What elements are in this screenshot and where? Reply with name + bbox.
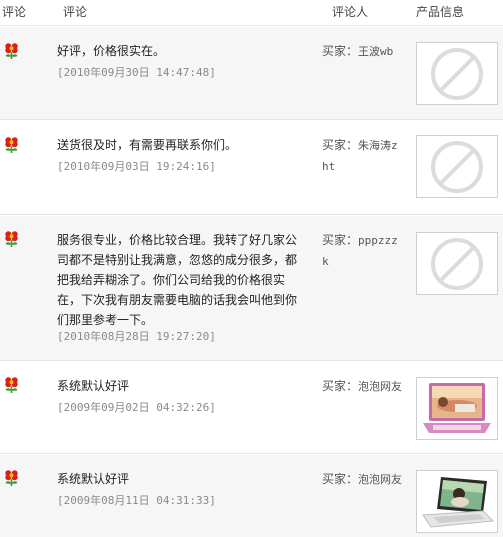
no-image-icon (431, 140, 483, 193)
positive-rating-flower-icon (4, 469, 19, 487)
reviewer-prefix: 买家： (322, 472, 359, 486)
review-text: 送货很及时，有需要再联系你们。 (57, 138, 238, 152)
product-thumbnail[interactable] (416, 42, 498, 105)
review-date: [2010年08月28日 19:27:20] (57, 330, 216, 343)
product-thumbnail[interactable] (416, 470, 498, 533)
reviewer-prefix: 买家： (322, 138, 359, 152)
header-product: 产品信息 (416, 5, 465, 19)
reviewer-name: 买家：pppzzzk (322, 230, 402, 272)
reviewer-handle[interactable]: 王波wb (358, 45, 393, 58)
review-text: 系统默认好评 (57, 472, 130, 486)
review-text: 服务很专业，价格比较合理。我转了好几家公司都不是特别让我满意，忽悠的成分很多，都… (57, 233, 298, 327)
reviewer-prefix: 买家： (322, 44, 359, 58)
review-row: 送货很及时，有需要再联系你们。 [2010年09月03日 19:24:16] 买… (0, 121, 503, 215)
reviewer-prefix: 买家： (322, 379, 359, 393)
reviewer-name: 买家：泡泡网友 (322, 469, 402, 490)
header-comment: 评论 (63, 5, 88, 19)
positive-rating-flower-icon (4, 376, 19, 394)
review-date: [2010年09月30日 14:47:48] (57, 66, 216, 79)
reviewer-name: 买家：泡泡网友 (322, 376, 402, 397)
review-table: 评论 评论 评论人 产品信息 好评，价格很实在。 [2010年09月30日 14… (0, 0, 503, 537)
product-thumbnail[interactable] (416, 232, 498, 295)
positive-rating-flower-icon (4, 230, 19, 248)
header-rating: 评论 (2, 5, 27, 19)
review-date: [2010年09月03日 19:24:16] (57, 160, 216, 173)
table-header: 评论 评论 评论人 产品信息 (0, 0, 503, 26)
review-date: [2009年09月02日 04:32:26] (57, 401, 216, 414)
review-row: 服务很专业，价格比较合理。我转了好几家公司都不是特别让我满意，忽悠的成分很多，都… (0, 216, 503, 361)
positive-rating-flower-icon (4, 136, 19, 154)
review-text: 系统默认好评 (57, 379, 130, 393)
product-thumbnail[interactable] (416, 135, 498, 198)
review-text: 好评，价格很实在。 (57, 44, 166, 58)
reviewer-prefix: 买家： (322, 233, 359, 247)
pink-laptop-image (423, 382, 491, 433)
header-reviewer: 评论人 (332, 5, 369, 19)
review-date: [2009年08月11日 04:31:33] (57, 494, 216, 507)
white-laptop-image (422, 476, 495, 528)
reviewer-handle[interactable]: 泡泡网友 (358, 380, 402, 393)
review-row: 好评，价格很实在。 [2010年09月30日 14:47:48] 买家：王波wb (0, 27, 503, 120)
reviewer-handle[interactable]: 泡泡网友 (358, 473, 402, 486)
positive-rating-flower-icon (4, 42, 19, 60)
reviewer-name: 买家：王波wb (322, 41, 402, 62)
product-thumbnail[interactable] (416, 377, 498, 440)
review-row: 系统默认好评 [2009年08月11日 04:31:33] 买家：泡泡网友 (0, 455, 503, 537)
no-image-icon (431, 47, 483, 100)
review-row: 系统默认好评 [2009年09月02日 04:32:26] 买家：泡泡网友 (0, 362, 503, 454)
reviewer-name: 买家：朱海涛zht (322, 135, 402, 177)
no-image-icon (431, 237, 483, 290)
